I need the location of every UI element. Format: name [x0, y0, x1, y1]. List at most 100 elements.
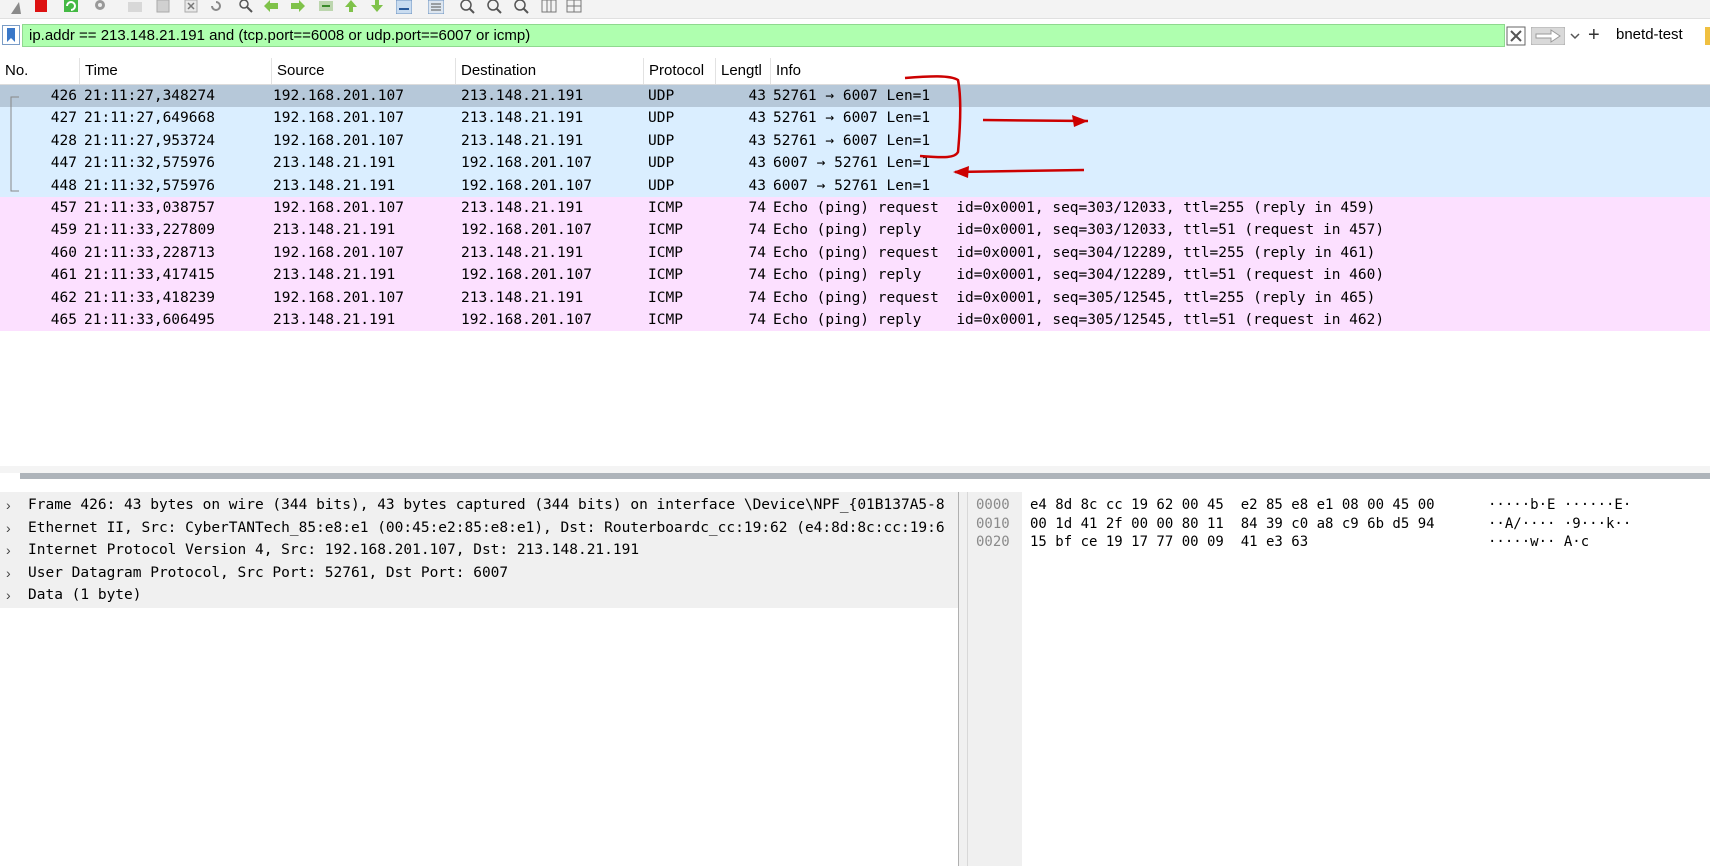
packet-destination: 213.148.21.191 [461, 199, 584, 216]
packet-time: 21:11:27,953724 [84, 132, 215, 149]
packet-destination: 213.148.21.191 [461, 110, 584, 127]
apply-filter-arrow-icon[interactable] [1531, 27, 1565, 45]
reload-file-icon[interactable] [208, 0, 224, 14]
details-tree-item[interactable]: › User Datagram Protocol, Src Port: 52761… [0, 562, 958, 585]
packet-time: 21:11:27,348274 [84, 88, 215, 104]
details-tree-item[interactable]: › Ethernet II, Src: CyberTANTech_85:e8:e1… [0, 517, 958, 540]
packet-row[interactable]: 426 21:11:27,348274 192.168.201.107 213.148… [0, 85, 1710, 108]
autoscroll-icon[interactable] [396, 0, 412, 14]
zoom-in-icon[interactable] [460, 0, 476, 14]
column-header-destination[interactable]: Destination [456, 58, 644, 84]
byte-ascii[interactable]: ··A/···· ·9···k·· [1488, 515, 1631, 534]
capture-options-icon[interactable] [92, 0, 108, 14]
byte-offset: 0010 [976, 515, 1010, 532]
packet-source: 192.168.201.107 [273, 88, 404, 104]
packet-row[interactable]: 447 21:11:32,575976 213.148.21.191 192.168.… [0, 152, 1710, 175]
packet-row[interactable]: 459 21:11:33,227809 213.148.21.191 192.168.… [0, 219, 1710, 242]
save-file-icon[interactable] [155, 0, 171, 14]
byte-ascii[interactable]: ·····b·E ······E· [1488, 496, 1631, 515]
details-tree-item[interactable]: › Data (1 byte) [0, 584, 958, 607]
display-filter-input[interactable]: ip.addr == 213.148.21.191 and (tcp.port=… [22, 24, 1505, 47]
packet-info: 52761 → 6007 Len=1 [773, 88, 931, 104]
packet-no: 448 [50, 177, 77, 194]
packet-row[interactable]: 465 21:11:33,606495 213.148.21.191 192.168.… [0, 308, 1710, 332]
packet-source: 213.148.21.191 [273, 222, 396, 239]
first-packet-icon[interactable] [343, 0, 359, 14]
packet-protocol: UDP [648, 132, 675, 149]
packet-destination: 192.168.201.107 [461, 177, 592, 194]
packet-source: 213.148.21.191 [273, 155, 396, 172]
go-to-packet-icon[interactable] [318, 0, 334, 14]
packet-row[interactable]: 457 21:11:33,038757 192.168.201.107 213.148… [0, 196, 1710, 220]
filter-button-bnetd-test[interactable]: bnetd-test [1616, 24, 1683, 46]
horizontal-scrollbar[interactable] [20, 473, 1710, 479]
packet-no: 462 [50, 289, 77, 306]
column-header-info[interactable]: Info [771, 58, 1710, 84]
details-tree-label: Ethernet II, Src: CyberTANTech_85:e8:e1 … [28, 519, 945, 536]
open-file-icon[interactable] [127, 0, 143, 14]
go-back-icon[interactable] [263, 0, 279, 14]
last-packet-icon[interactable] [369, 0, 385, 14]
packet-protocol: UDP [648, 110, 675, 127]
packet-time: 21:11:32,575976 [84, 177, 215, 194]
column-header-no[interactable]: No. [0, 58, 80, 84]
packet-row[interactable]: 462 21:11:33,418239 192.168.201.107 213.148… [0, 286, 1710, 309]
packet-time: 21:11:33,418239 [84, 289, 215, 306]
packet-info: Echo (ping) reply id=0x0001, seq=303/120… [773, 222, 1385, 239]
packet-row[interactable]: 448 21:11:32,575976 213.148.21.191 192.168.… [0, 174, 1710, 197]
packet-list: 426 21:11:27,348274 192.168.201.107 213.148… [0, 85, 1710, 332]
chevron-right-icon[interactable]: › [6, 539, 18, 562]
conversation-bracket-icon [10, 96, 19, 192]
column-header-protocol[interactable]: Protocol [644, 58, 716, 84]
details-tree-item[interactable]: › Internet Protocol Version 4, Src: 192.1… [0, 539, 958, 562]
byte-ascii[interactable]: ·····w·· A·c [1488, 533, 1589, 552]
pane-divider[interactable] [958, 492, 968, 866]
go-forward-icon[interactable] [290, 0, 306, 14]
details-tree-label: User Datagram Protocol, Src Port: 52761,… [28, 564, 509, 581]
details-tree-item[interactable]: › Frame 426: 43 bytes on wire (344 bits),… [0, 494, 958, 517]
resize-columns-icon[interactable] [541, 0, 557, 14]
packet-row[interactable]: 461 21:11:33,417415 213.148.21.191 192.168.… [0, 264, 1710, 287]
byte-hex[interactable]: e4 8d 8c cc 19 62 00 45 e2 85 e8 e1 08 0… [1030, 496, 1435, 515]
filter-toolbar-overflow [1705, 27, 1710, 45]
packet-source: 192.168.201.107 [273, 289, 404, 306]
packet-protocol: ICMP [648, 311, 683, 328]
chevron-right-icon[interactable]: › [6, 562, 18, 585]
packet-row[interactable]: 428 21:11:27,953724 192.168.201.107 213.148… [0, 129, 1710, 153]
stop-capture-icon[interactable] [33, 0, 49, 14]
packet-protocol: UDP [648, 88, 675, 104]
packet-info: Echo (ping) request id=0x0001, seq=303/1… [773, 199, 1376, 216]
packet-destination: 213.148.21.191 [461, 244, 584, 261]
byte-hex[interactable]: 15 bf ce 19 17 77 00 09 41 e3 63 [1030, 533, 1308, 552]
chevron-right-icon[interactable]: › [6, 517, 18, 540]
layout-icon[interactable] [566, 0, 582, 14]
bookmark-icon [7, 28, 15, 42]
close-file-icon[interactable] [183, 0, 199, 14]
byte-hex[interactable]: 00 1d 41 2f 00 00 80 11 84 39 c0 a8 c9 6… [1030, 515, 1435, 534]
column-header-length[interactable]: Lengtl [716, 58, 771, 84]
find-packet-icon[interactable] [238, 0, 254, 14]
packet-no: 465 [50, 311, 77, 328]
chevron-right-icon[interactable]: › [6, 494, 18, 517]
packet-info: Echo (ping) reply id=0x0001, seq=305/125… [773, 311, 1385, 328]
shark-fin-start-icon[interactable] [8, 0, 24, 14]
restart-capture-icon[interactable] [63, 0, 79, 14]
packet-length: 43 [748, 110, 766, 127]
filter-history-chevron-down-icon[interactable] [1568, 27, 1582, 45]
packet-time: 21:11:33,228713 [84, 244, 215, 261]
packet-row[interactable]: 460 21:11:33,228713 192.168.201.107 213.148… [0, 241, 1710, 265]
colorize-icon[interactable] [428, 0, 444, 14]
zoom-out-icon[interactable] [487, 0, 503, 14]
column-header-time[interactable]: Time [80, 58, 272, 84]
packet-row[interactable]: 427 21:11:27,649668 192.168.201.107 213.148… [0, 107, 1710, 130]
packet-no: 460 [50, 244, 77, 261]
chevron-right-icon[interactable]: › [6, 584, 18, 607]
normal-size-icon[interactable] [514, 0, 530, 14]
packet-time: 21:11:32,575976 [84, 155, 215, 172]
packet-length: 43 [748, 177, 766, 194]
column-header-source[interactable]: Source [272, 58, 456, 84]
filter-bookmark-button[interactable] [2, 25, 20, 45]
clear-filter-icon[interactable] [1506, 26, 1526, 46]
packet-no: 457 [50, 199, 77, 216]
add-filter-button-plus-icon[interactable]: + [1588, 24, 1604, 46]
